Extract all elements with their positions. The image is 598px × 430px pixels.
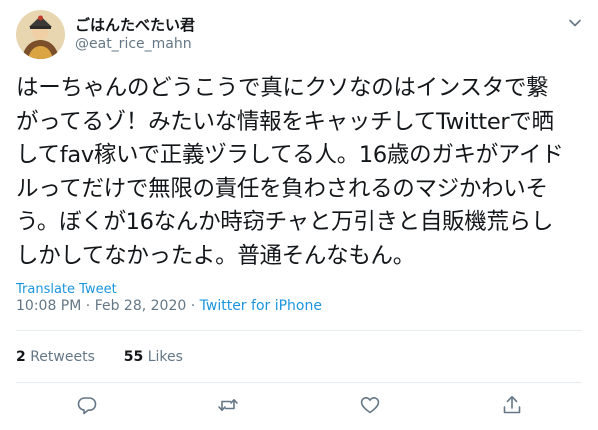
chevron-down-icon[interactable] <box>566 14 584 32</box>
translate-tweet-link[interactable]: Translate Tweet <box>16 282 117 297</box>
tweet-date[interactable]: Feb 28, 2020 <box>95 298 187 314</box>
retweets-label: Retweets <box>30 349 95 365</box>
retweet-icon[interactable] <box>217 394 239 416</box>
tweet-meta: 10:08 PM · Feb 28, 2020 · Twitter for iP… <box>16 298 322 314</box>
divider <box>16 382 582 383</box>
retweets-stat[interactable]: 2 Retweets <box>16 349 95 365</box>
share-icon[interactable] <box>501 394 523 416</box>
tweet-source[interactable]: Twitter for iPhone <box>200 298 322 314</box>
meta-separator: · <box>85 298 95 314</box>
author-handle[interactable]: @eat_rice_mahn <box>75 36 192 52</box>
avatar[interactable] <box>16 10 65 59</box>
reply-icon[interactable] <box>76 394 98 416</box>
divider <box>16 330 582 331</box>
tweet-stats: 2 Retweets 55 Likes <box>16 349 183 365</box>
meta-separator: · <box>190 298 200 314</box>
likes-label: Likes <box>147 349 183 365</box>
tweet-text: はーちゃんのどうこうで真にクソなのはインスタで繋 がってるゾ！みたいな情報をキャ… <box>16 75 564 269</box>
heart-icon[interactable] <box>359 394 381 416</box>
likes-stat[interactable]: 55 Likes <box>124 349 183 365</box>
action-bar <box>0 394 598 418</box>
retweets-count: 2 <box>16 349 26 365</box>
avatar-image <box>16 10 65 59</box>
likes-count: 55 <box>123 349 144 365</box>
author-display-name[interactable]: ごはんたべたい君 <box>75 14 195 35</box>
tweet-time[interactable]: 10:08 PM <box>16 298 81 314</box>
